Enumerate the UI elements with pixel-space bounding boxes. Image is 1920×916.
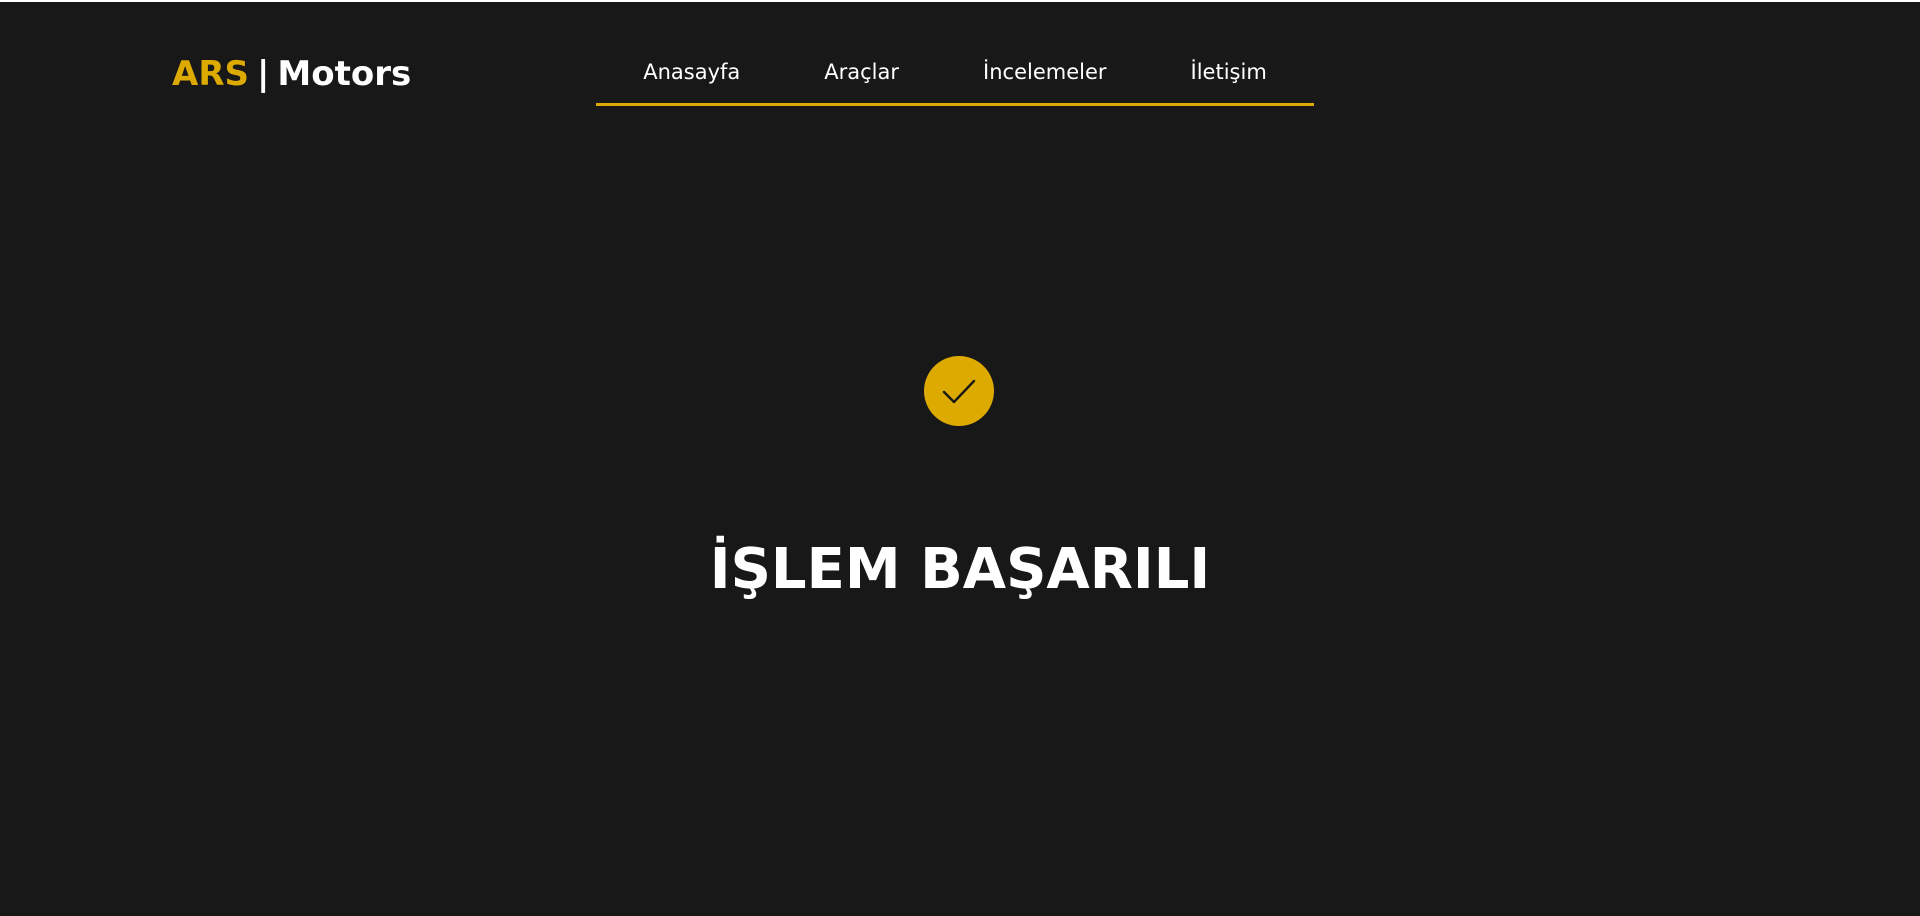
nav-item-contact[interactable]: İletişim bbox=[1149, 52, 1309, 92]
main-nav: Anasayfa Araçlar İncelemeler İletişim bbox=[596, 52, 1314, 106]
nav-item-vehicles[interactable]: Araçlar bbox=[782, 52, 941, 92]
logo-separator: | bbox=[256, 54, 270, 94]
check-mark-graphic bbox=[942, 379, 976, 404]
logo-accent-text: ARS bbox=[172, 54, 249, 94]
site-logo[interactable]: ARS | Motors bbox=[172, 54, 411, 94]
success-title: İŞLEM BAŞARILI bbox=[709, 537, 1211, 602]
nav-item-home[interactable]: Anasayfa bbox=[601, 52, 782, 92]
logo-main-text: Motors bbox=[277, 54, 412, 94]
check-icon bbox=[924, 356, 994, 426]
nav-item-reviews[interactable]: İncelemeler bbox=[941, 52, 1149, 92]
